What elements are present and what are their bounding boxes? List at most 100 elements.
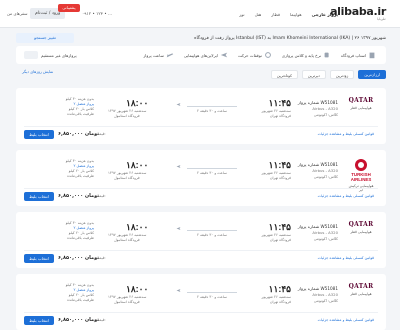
indirect-flights-label: پروازهای غیر مستقیم <box>41 52 77 58</box>
departure-date: سه‌شنبه ۲۶ شهریور <box>261 295 291 299</box>
departure-date: سه‌شنبه ۲۶ شهریور <box>261 171 291 175</box>
card-divider <box>24 126 378 127</box>
departure-airport: فرودگاه تهران <box>269 300 291 304</box>
airline-logo: QATAR هواپیمایی قطر <box>348 97 374 110</box>
filter-fare-class[interactable]: نرخ پایه و کلاس پروازی <box>282 51 331 59</box>
arrival-date: سه‌شنبه ۲۶ شهریور ۱۳۹۷ <box>108 295 147 299</box>
nav-item-train[interactable]: قطار <box>271 12 280 17</box>
select-ticket-button[interactable]: انتخاب بلیط <box>24 192 54 201</box>
flight-duration: ۲ ساعت و ۳۰ دقیقه <box>184 106 240 113</box>
price-label: قیمت: <box>96 132 106 136</box>
filter-bar: استاپ فرودگاه نرخ پایه و کلاس پروازی توق… <box>16 46 386 64</box>
departure-time: ۱۱:۴۵ <box>268 98 291 108</box>
info-line: ظرفیت باقی‌مانده <box>67 112 94 116</box>
flight-card: QATAR هواپیمایی قطر شماره پرواز W51081 A… <box>16 274 386 330</box>
airline-logo-mark: TURKISH AIRLINES <box>348 159 374 182</box>
departure-time: ۱۱:۴۵ <box>268 222 291 232</box>
ticket-price: ۶,۸۵۰,۰۰۰ تومان <box>58 131 100 137</box>
arrival-time: ۱۸:۰۰ <box>126 98 149 108</box>
flight-card: QATAR هواپیمایی قطر شماره پرواز W51081 A… <box>16 212 386 268</box>
alibaba-logo[interactable]: alibaba.ir علی‌بابا <box>330 5 386 21</box>
arrival-date: سه‌شنبه ۲۶ شهریور ۱۳۹۷ <box>108 233 147 237</box>
takeoff-icon <box>166 53 174 58</box>
departure-time: ۱۱:۴۵ <box>268 284 291 294</box>
plane-icon <box>220 52 228 58</box>
flight-duration: ۲ ساعت و ۳۰ دقیقه <box>184 168 240 175</box>
flight-card: TURKISH AIRLINES هواپیمایی ترکیش ایر شما… <box>16 150 386 206</box>
filter-flight-time-label: ساعت پرواز <box>143 52 164 58</box>
sort-latest[interactable]: دیرترین <box>301 69 326 79</box>
flight-number: شماره پرواز W51081 <box>297 100 338 105</box>
nav-item-flight[interactable]: هواپیما <box>290 12 302 17</box>
price-label: قیمت: <box>96 318 106 322</box>
departure-time: ۱۱:۴۵ <box>268 160 291 170</box>
stops-icon <box>265 52 271 58</box>
cancellation-rules-link[interactable]: قوانین کنسلی بلیط و مشاهده جزئیات <box>318 318 374 322</box>
sort-cheapest[interactable]: ارزان‌ترین <box>358 69 386 79</box>
plane-icon <box>176 165 181 168</box>
arrival-time: ۱۸:۰۰ <box>126 222 149 232</box>
nav-item-international-flight[interactable]: پرواز خارجی <box>312 12 338 17</box>
user-phone[interactable]: ۰۹۱۲ • ۱۲۳ • ... <box>82 8 112 19</box>
support-badge[interactable]: پشتیبانی <box>58 4 80 12</box>
duration-text: ۲ ساعت و ۳۰ دقیقه <box>196 109 228 113</box>
flight-info: بدون هزینه ۳۰ کیلو ۲ پرواز متصل کلاس بار… <box>24 221 94 241</box>
turkish-logo-icon <box>355 159 367 171</box>
sort-shortest[interactable]: کوتاه‌ترین <box>270 69 298 79</box>
cabin-class: کلاس: اکونومی <box>313 112 338 117</box>
card-divider <box>24 250 378 251</box>
arrival-airport: فرودگاه استانبول <box>114 114 140 118</box>
sort-earliest[interactable]: زودترین <box>329 69 355 79</box>
arrival-time: ۱۸:۰۰ <box>126 284 149 294</box>
ticket-price: ۶,۸۵۰,۰۰۰ تومان <box>58 317 100 323</box>
arrival-date: سه‌شنبه ۲۶ شهریور ۱۳۹۷ <box>108 109 147 113</box>
turkish-logo-text: TURKISH AIRLINES <box>350 172 372 182</box>
departure-date: سه‌شنبه ۲۶ شهریور <box>261 233 291 237</box>
route-summary: پرواز رفت از فرودگاه Istanbul (IST) به I… <box>194 36 386 41</box>
duration-line <box>187 168 237 169</box>
filter-fare-class-label: نرخ پایه و کلاس پروازی <box>281 52 322 58</box>
flight-card: QATAR هواپیمایی قطر شماره پرواز W51081 A… <box>16 88 386 144</box>
filter-stops[interactable]: توقفات حرکت <box>238 51 272 59</box>
filter-stops-label: توقفات حرکت <box>238 52 262 58</box>
cancellation-rules-link[interactable]: قوانین کنسلی بلیط و مشاهده جزئیات <box>318 256 374 260</box>
price-label: قیمت: <box>96 256 106 260</box>
change-search-button[interactable]: تغییر جستجو <box>16 33 74 43</box>
aircraft-type: Airbus - A320 <box>312 230 338 235</box>
arrival-airport: فرودگاه استانبول <box>114 238 140 242</box>
duration-text: ۲ ساعت و ۳۰ دقیقه <box>196 233 228 237</box>
nav-item-hotel[interactable]: هتل <box>255 12 262 17</box>
filter-airlines[interactable]: ایرلاین‌های هواپیمایی <box>184 51 228 59</box>
aircraft-type: Airbus - A320 <box>312 106 338 111</box>
duration-line <box>187 292 237 293</box>
flight-info: بدون هزینه ۳۰ کیلو ۲ پرواز متصل کلاس بار… <box>24 97 94 117</box>
filter-flight-time[interactable]: ساعت پرواز <box>143 51 174 59</box>
select-ticket-button[interactable]: انتخاب بلیط <box>24 316 54 325</box>
flight-duration: ۲ ساعت و ۳۰ دقیقه <box>184 230 240 237</box>
departure-airport: فرودگاه تهران <box>269 114 291 118</box>
select-ticket-button[interactable]: انتخاب بلیط <box>24 254 54 263</box>
departure-airport: فرودگاه تهران <box>269 176 291 180</box>
cabin-class: کلاس: اکونومی <box>313 236 338 241</box>
indirect-toggle[interactable] <box>24 51 38 59</box>
airline-logo-mark: QATAR <box>348 283 374 290</box>
my-trips-link[interactable]: سفرهای من <box>7 11 28 16</box>
cancellation-rules-link[interactable]: قوانین کنسلی بلیط و مشاهده جزئیات <box>318 194 374 198</box>
main-nav: پرواز خارجی هواپیما قطار هتل تور <box>239 0 338 28</box>
indirect-flights-filter[interactable]: پروازهای غیر مستقیم <box>24 51 77 59</box>
info-line: ظرفیت باقی‌مانده <box>67 174 94 178</box>
other-days-link[interactable]: نمایش روزهای دیگر <box>22 69 53 74</box>
top-navigation-bar: alibaba.ir علی‌بابا پرواز خارجی هواپیما … <box>0 0 400 28</box>
airline-logo-mark: QATAR <box>348 97 374 104</box>
departure-airport: فرودگاه تهران <box>269 238 291 242</box>
plane-icon <box>176 227 181 230</box>
flight-number: شماره پرواز W51081 <box>297 224 338 229</box>
cancellation-rules-link[interactable]: قوانین کنسلی بلیط و مشاهده جزئیات <box>318 132 374 136</box>
qatar-logo-text: QATAR <box>348 283 374 290</box>
filter-airport[interactable]: استاپ فرودگاه <box>341 51 376 59</box>
select-ticket-button[interactable]: انتخاب بلیط <box>24 130 54 139</box>
duration-text: ۲ ساعت و ۳۰ دقیقه <box>196 171 228 175</box>
nav-item-tour[interactable]: تور <box>239 12 244 17</box>
card-divider <box>24 188 378 189</box>
info-line: ظرفیت باقی‌مانده <box>67 236 94 240</box>
